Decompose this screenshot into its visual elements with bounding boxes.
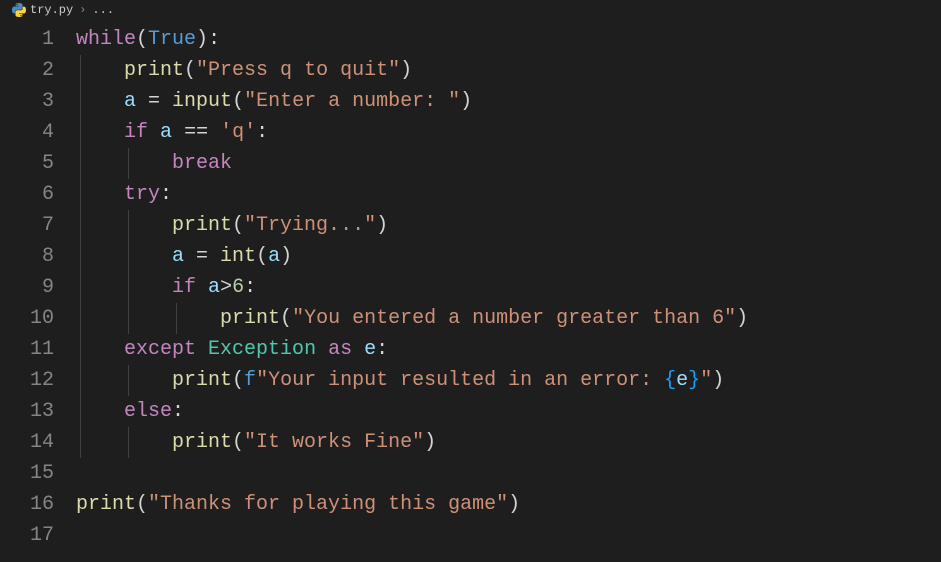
line-number: 1: [0, 24, 54, 55]
line-number: 15: [0, 458, 54, 489]
breadcrumb-separator: ›: [79, 3, 86, 17]
breadcrumb-ellipsis[interactable]: ...: [92, 3, 114, 17]
code-line: break: [76, 148, 941, 179]
code-line: print("Thanks for playing this game"): [76, 489, 941, 520]
breadcrumb[interactable]: try.py › ...: [0, 0, 941, 20]
line-number: 6: [0, 179, 54, 210]
line-number: 11: [0, 334, 54, 365]
line-number: 8: [0, 241, 54, 272]
code-line: print("Press q to quit"): [76, 55, 941, 86]
line-number: 12: [0, 365, 54, 396]
code-line: [76, 458, 941, 489]
code-content[interactable]: while(True): print("Press q to quit") a …: [76, 24, 941, 551]
line-number: 14: [0, 427, 54, 458]
line-number: 5: [0, 148, 54, 179]
code-line: if a == 'q':: [76, 117, 941, 148]
line-number: 16: [0, 489, 54, 520]
breadcrumb-file[interactable]: try.py: [30, 3, 73, 17]
line-number: 4: [0, 117, 54, 148]
code-line: print(f"Your input resulted in an error:…: [76, 365, 941, 396]
code-line: print("Trying..."): [76, 210, 941, 241]
code-line: while(True):: [76, 24, 941, 55]
code-line: print("It works Fine"): [76, 427, 941, 458]
line-number: 9: [0, 272, 54, 303]
code-line: a = int(a): [76, 241, 941, 272]
code-line: if a>6:: [76, 272, 941, 303]
code-line: except Exception as e:: [76, 334, 941, 365]
code-line: try:: [76, 179, 941, 210]
line-number: 2: [0, 55, 54, 86]
python-icon: [12, 3, 26, 17]
line-number: 3: [0, 86, 54, 117]
code-line: [76, 520, 941, 551]
code-line: print("You entered a number greater than…: [76, 303, 941, 334]
line-number: 17: [0, 520, 54, 551]
line-number-gutter: 1 2 3 4 5 6 7 8 9 10 11 12 13 14 15 16 1…: [0, 24, 76, 551]
line-number: 13: [0, 396, 54, 427]
code-editor[interactable]: 1 2 3 4 5 6 7 8 9 10 11 12 13 14 15 16 1…: [0, 20, 941, 551]
line-number: 7: [0, 210, 54, 241]
line-number: 10: [0, 303, 54, 334]
code-line: else:: [76, 396, 941, 427]
code-line: a = input("Enter a number: "): [76, 86, 941, 117]
